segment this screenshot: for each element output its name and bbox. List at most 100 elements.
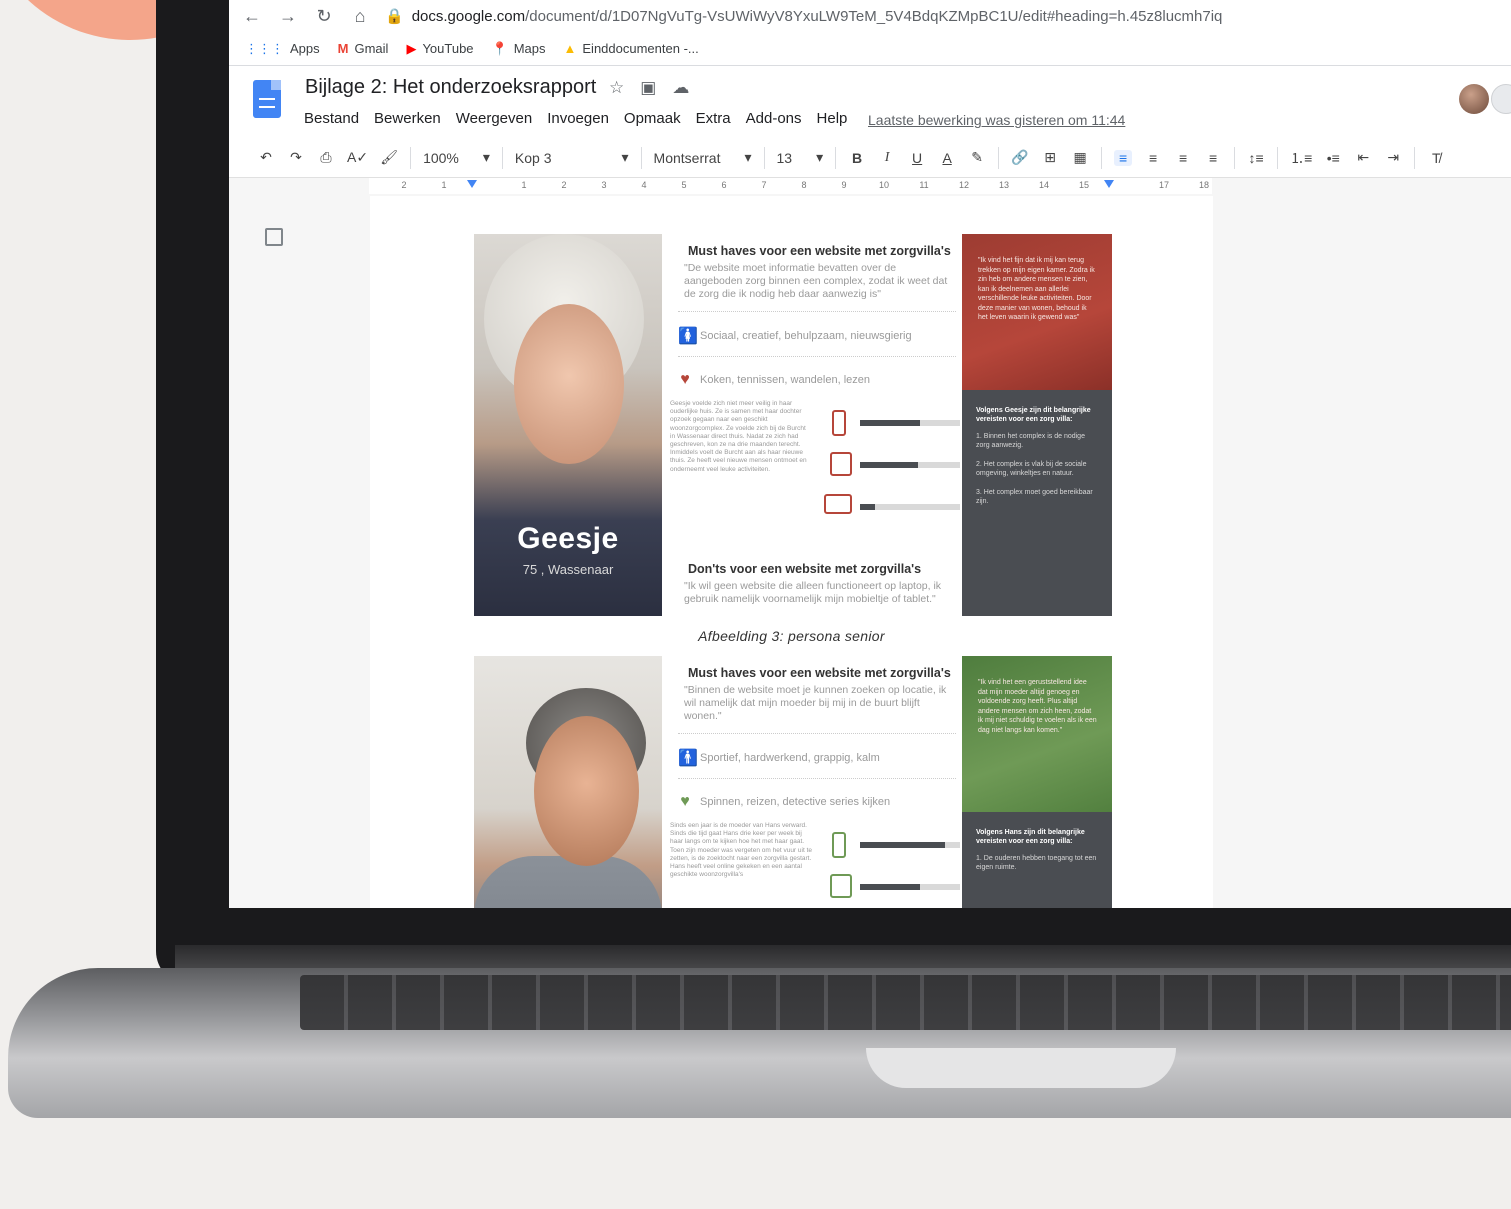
italic-icon[interactable]: I: [878, 150, 896, 166]
font-select[interactable]: Montserrat ▾: [654, 149, 752, 166]
zoom-select[interactable]: 100% ▾: [423, 149, 490, 166]
device-usage: [820, 410, 960, 536]
align-justify-icon[interactable]: ≡: [1204, 150, 1222, 166]
document-page[interactable]: Geesje 75 , Wassenaar Must haves voor ee…: [370, 196, 1213, 908]
share-avatar[interactable]: [1491, 84, 1511, 114]
persona-subtitle: 75 , Wassenaar: [522, 562, 614, 577]
bookmark-label: YouTube: [422, 41, 474, 56]
align-right-icon[interactable]: ≡: [1174, 150, 1192, 166]
last-edit-link[interactable]: Laatste bewerking was gisteren om 11:44: [868, 112, 1125, 128]
comment-icon[interactable]: ⊞: [1041, 149, 1059, 166]
must-haves-heading: Must haves voor een website met zorgvill…: [688, 244, 951, 258]
bookmark-drive[interactable]: ▲ Einddocumenten -...: [564, 41, 699, 56]
menu-invoegen[interactable]: Invoegen: [547, 110, 609, 127]
persona-details: Must haves voor een website met zorgvill…: [670, 234, 962, 616]
menu-bestand[interactable]: Bestand: [304, 110, 359, 127]
image-icon[interactable]: ▦: [1071, 149, 1089, 166]
ruler-tick-label: 15: [1078, 180, 1089, 190]
figure-caption: Afbeelding 3: persona senior: [698, 628, 885, 644]
star-icon[interactable]: ☆: [609, 78, 624, 98]
heart-icon: ♥: [680, 371, 690, 388]
ruler-tick-label: 10: [878, 180, 889, 190]
usage-bar-fill: [860, 842, 945, 848]
document-title[interactable]: Bijlage 2: Het onderzoeksrapport: [305, 76, 596, 99]
requirements-heading: Volgens Hans zijn dit belangrijke vereis…: [976, 829, 1085, 845]
tablet-icon: [830, 874, 852, 898]
ruler-tick-label: 17: [1158, 180, 1169, 190]
ruler-tick-label: 12: [958, 180, 969, 190]
document-outline-icon[interactable]: [265, 228, 283, 246]
traits-row: 🚹 Sportief, hardwerkend, grappig, kalm: [678, 748, 962, 768]
style-select[interactable]: Kop 3 ▾: [515, 149, 629, 166]
device-phone: [820, 410, 960, 452]
persona-side-panel: "Ik vind het een geruststellend idee dat…: [962, 656, 1112, 908]
persona-card-hans: Must haves voor een website met zorgvill…: [474, 656, 1114, 908]
menu-add-ons[interactable]: Add-ons: [746, 110, 802, 127]
device-laptop: [820, 494, 960, 536]
requirement-item: 1. Binnen het complex is de nodige zorg …: [976, 433, 1085, 449]
laptop-hinge: [175, 945, 1511, 970]
chevron-down-icon: ▾: [744, 149, 752, 165]
redo-icon[interactable]: ↷: [287, 149, 305, 166]
bookmark-gmail[interactable]: M Gmail: [338, 41, 389, 56]
line-spacing-icon[interactable]: ↕≡: [1247, 150, 1265, 166]
font-value: Montserrat: [653, 149, 721, 166]
lock-icon: 🔒: [385, 8, 404, 25]
bulleted-list-icon[interactable]: •≡: [1324, 150, 1342, 166]
move-folder-icon[interactable]: ▣: [640, 78, 656, 98]
menu-extra[interactable]: Extra: [696, 110, 731, 127]
user-avatar[interactable]: [1459, 84, 1489, 114]
donts-block: Don'ts voor een website met zorgvilla's …: [670, 552, 962, 606]
requirements-panel: Volgens Geesje zijn dit belangrijke vere…: [962, 390, 1112, 616]
persona-card-geesje: Geesje 75 , Wassenaar Must haves voor ee…: [474, 234, 1114, 616]
requirement-item: 2. Het complex is vlak bij de sociale om…: [976, 461, 1087, 477]
align-left-icon[interactable]: ≡: [1114, 149, 1133, 166]
paint-format-icon[interactable]: 🖌: [380, 149, 398, 166]
ruler-tick-label: 13: [998, 180, 1009, 190]
bookmark-maps[interactable]: 📍 Maps: [492, 41, 546, 57]
bold-icon[interactable]: B: [848, 150, 866, 166]
device-phone: [820, 832, 960, 874]
traits-text: Sportief, hardwerkend, grappig, kalm: [700, 752, 880, 764]
ruler-tick-label: 3: [601, 180, 607, 190]
increase-indent-icon[interactable]: ⇥: [1384, 149, 1402, 166]
home-icon[interactable]: ⌂: [349, 6, 371, 27]
spellcheck-icon[interactable]: A✓: [347, 149, 368, 166]
docs-logo-icon[interactable]: [253, 80, 281, 118]
ruler-tick-label: 11: [919, 180, 929, 190]
hobbies-text: Koken, tennissen, wandelen, lezen: [700, 374, 871, 386]
menu-weergeven[interactable]: Weergeven: [456, 110, 532, 127]
text-color-icon[interactable]: A: [938, 150, 956, 166]
requirement-item: 1. De ouderen hebben toegang tot een eig…: [976, 855, 1097, 871]
address-bar[interactable]: 🔒 docs.google.com/document/d/1D07NgVuTg-…: [385, 7, 1222, 26]
laptop-keyboard: [300, 975, 1511, 1030]
device-tablet: [820, 452, 960, 494]
maps-pin-icon: 📍: [491, 40, 508, 56]
highlight-icon[interactable]: ✎: [968, 149, 986, 166]
clear-formatting-icon[interactable]: T̸: [1427, 150, 1445, 166]
bookmark-youtube[interactable]: ▶ YouTube: [406, 41, 473, 57]
laptop-icon: [824, 494, 852, 514]
reload-icon[interactable]: ↻: [313, 6, 335, 27]
underline-icon[interactable]: U: [908, 150, 926, 166]
bookmark-apps[interactable]: ⋮⋮⋮ Apps: [245, 41, 320, 57]
laptop-notch: [866, 1048, 1176, 1088]
menu-help[interactable]: Help: [817, 110, 848, 127]
link-icon[interactable]: 🔗: [1011, 149, 1029, 166]
ruler-tick-label: 1: [521, 180, 527, 190]
print-icon[interactable]: ⎙: [317, 149, 335, 166]
align-center-icon[interactable]: ≡: [1144, 150, 1162, 166]
menu-bewerken[interactable]: Bewerken: [374, 110, 441, 127]
ruler-tick-label: 14: [1038, 180, 1049, 190]
font-size-select[interactable]: 13 ▾: [777, 149, 824, 166]
decrease-indent-icon[interactable]: ⇤: [1354, 149, 1372, 166]
numbered-list-icon[interactable]: ⒈≡: [1290, 148, 1312, 168]
back-icon[interactable]: ←: [241, 6, 263, 27]
menu-opmaak[interactable]: Opmaak: [624, 110, 681, 127]
ruler-tick-label: 18: [1198, 180, 1209, 190]
forward-icon[interactable]: →: [277, 6, 299, 27]
undo-icon[interactable]: ↶: [257, 149, 275, 166]
bookmark-label: Einddocumenten -...: [582, 41, 699, 56]
cloud-status-icon[interactable]: ☁: [672, 78, 689, 98]
traits-text: Sociaal, creatief, behulpzaam, nieuwsgie…: [700, 330, 912, 342]
